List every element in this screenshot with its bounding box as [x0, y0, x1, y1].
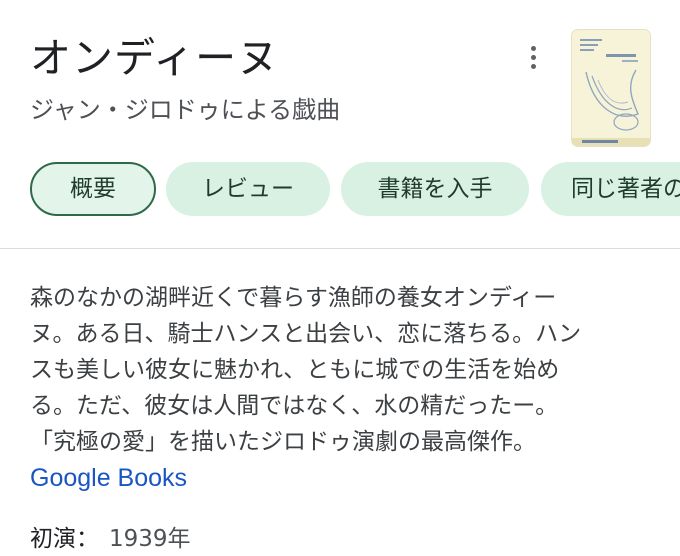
- more-dot: [530, 63, 536, 69]
- description-line: ヌ。ある日、騎士ハンスと出会い、恋に落ちる。ハン: [30, 321, 582, 347]
- page-subtitle: ジャン・ジロドゥによる戯曲: [30, 96, 341, 124]
- book-cover-image[interactable]: [572, 30, 650, 146]
- tab-chip-row: 概要 レビュー 書籍を入手 同じ著者の: [0, 160, 680, 220]
- description-line: る。ただ、彼女は人間ではなく、水の精だったー。: [30, 393, 559, 419]
- description-line: 「究極の愛」を描いたジロドゥ演劇の最高傑作。: [30, 429, 536, 455]
- description-line: スも美しい彼女に魅かれ、ともに城での生活を始め: [30, 357, 560, 383]
- section-divider: [0, 248, 680, 249]
- tab-overview[interactable]: 概要: [30, 162, 156, 216]
- page-title: オンディーヌ: [30, 34, 280, 82]
- tab-reviews[interactable]: レビュー: [166, 162, 330, 216]
- book-description: 森のなかの湖畔近くで暮らす漁師の養女オンディー ヌ。ある日、騎士ハンスと出会い、…: [30, 280, 650, 460]
- tab-get-book[interactable]: 書籍を入手: [341, 162, 529, 216]
- tab-same-author[interactable]: 同じ著者の: [541, 162, 680, 216]
- source-link-google-books[interactable]: Google Books: [30, 460, 187, 496]
- knowledge-panel-header: オンディーヌ ジャン・ジロドゥによる戯曲: [0, 0, 680, 150]
- more-dot: [530, 54, 536, 60]
- description-line: 森のなかの湖畔近くで暮らす漁師の養女オンディー: [30, 285, 557, 311]
- more-vert-icon[interactable]: [516, 38, 550, 76]
- premiere-fact: 初演： 1939年: [30, 522, 191, 556]
- more-dot: [530, 45, 536, 51]
- premiere-label: 初演：: [30, 526, 99, 552]
- book-cover-art: [572, 30, 650, 146]
- premiere-value[interactable]: 1939年: [109, 526, 191, 552]
